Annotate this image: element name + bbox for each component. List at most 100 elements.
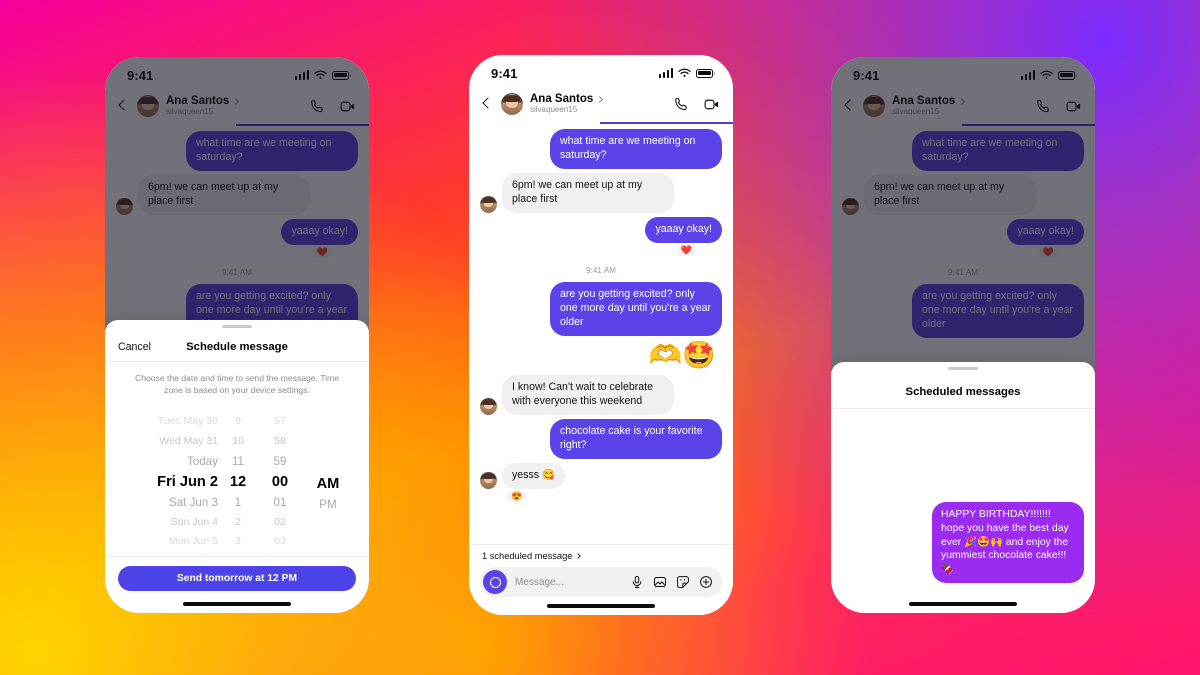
minute-option[interactable]: 03	[274, 532, 286, 552]
message-bubble[interactable]: 6pm! we can meet up at my place first	[502, 172, 674, 213]
hour-option[interactable]: 11	[232, 452, 244, 472]
plus-circle-icon[interactable]	[699, 575, 713, 589]
message-row: are you getting excited? only one more d…	[480, 281, 722, 336]
hour-option[interactable]: 2	[235, 513, 241, 533]
minute-option[interactable]: 01	[274, 493, 287, 513]
reaction-row: ❤️	[116, 246, 358, 258]
minute-option[interactable]: 57	[274, 412, 286, 432]
phone-call-icon[interactable]	[1035, 98, 1052, 115]
message-bubble[interactable]: what time are we meeting on saturday?	[550, 129, 722, 169]
chat-header: Ana Santos silvaqueen15	[105, 87, 369, 126]
date-option[interactable]: Tues May 30	[158, 412, 218, 432]
date-option[interactable]: Wed May 31	[159, 432, 218, 452]
battery-full-icon	[1058, 70, 1078, 80]
header-underline	[962, 124, 1095, 126]
phone-call-icon[interactable]	[309, 98, 326, 115]
contact-identity[interactable]: Ana Santos silvaqueen15	[892, 95, 1028, 116]
contact-identity[interactable]: Ana Santos silvaqueen15	[166, 95, 302, 116]
send-scheduled-button[interactable]: Send tomorrow at 12 PM	[118, 566, 356, 591]
phone-call-icon[interactable]	[673, 96, 690, 113]
video-camera-icon[interactable]	[703, 96, 720, 113]
status-bar: 9:41	[469, 55, 733, 85]
photo-gallery-icon[interactable]	[653, 575, 667, 589]
message-timestamp: 9:41 AM	[947, 267, 979, 277]
minute-option-selected[interactable]: 00	[272, 471, 288, 493]
date-option[interactable]: Today	[187, 452, 218, 472]
contact-avatar[interactable]	[137, 95, 159, 117]
message-bubble[interactable]: yaaay okay!	[1007, 218, 1084, 245]
hour-option[interactable]: 10	[232, 432, 244, 452]
date-option[interactable]: Mon Jun 5	[169, 532, 218, 552]
sticker-icon[interactable]	[676, 575, 690, 589]
minute-option[interactable]: 58	[274, 432, 286, 452]
message-row: 6pm! we can meet up at my place first	[480, 172, 722, 213]
date-option[interactable]: Sat Jun 3	[169, 493, 218, 513]
minute-option[interactable]: 02	[274, 513, 286, 533]
chevron-right-icon	[958, 97, 966, 105]
meridiem-option[interactable]: PM	[319, 495, 336, 515]
message-bubble[interactable]: chocolate cake is your favorite right?	[550, 418, 722, 459]
minute-wheel[interactable]: 57 58 59 00 01 02 03	[258, 412, 302, 552]
message-bubble[interactable]: 6pm! we can meet up at my place first	[138, 174, 310, 215]
contact-identity[interactable]: Ana Santos silvaqueen15	[530, 93, 666, 114]
camera-circle-icon[interactable]	[483, 570, 507, 594]
message-row: yaaay okay!	[116, 218, 358, 245]
message-row: what time are we meeting on saturday?	[480, 129, 722, 169]
sheet-grabber[interactable]	[831, 362, 1095, 375]
sheet-description: Choose the date and time to send the mes…	[135, 373, 339, 396]
hour-option[interactable]: 9	[235, 412, 241, 432]
microphone-icon[interactable]	[630, 575, 644, 589]
message-bubble[interactable]: what time are we meeting on saturday?	[186, 131, 358, 171]
home-indicator	[469, 597, 733, 615]
scheduled-messages-sheet: Scheduled messages Tomorrow at 12 AM HAP…	[831, 362, 1095, 613]
minute-option[interactable]: 59	[274, 452, 287, 472]
message-reaction[interactable]: ❤️	[1038, 246, 1058, 258]
message-bubble[interactable]: are you getting excited? only one more d…	[912, 283, 1084, 338]
status-icons	[294, 70, 352, 81]
date-option[interactable]: Sun Jun 4	[171, 513, 218, 533]
reaction-row: ❤️	[480, 244, 722, 256]
contact-avatar[interactable]	[863, 95, 885, 117]
contact-avatar[interactable]	[501, 93, 523, 115]
message-input[interactable]: Message...	[515, 577, 622, 588]
datetime-picker[interactable]: Tues May 30 Wed May 31 Today Fri Jun 2 S…	[105, 396, 369, 556]
cellular-bars-icon	[294, 70, 309, 80]
message-composer: Message...	[469, 565, 733, 597]
scheduled-messages-link[interactable]: 1 scheduled message	[469, 544, 733, 565]
cancel-button[interactable]: Cancel	[118, 341, 151, 353]
phone-mockup-conversation: 9:41 Ana Santos silvaqueen15 what time a…	[469, 55, 733, 615]
contact-name-row: Ana Santos	[530, 93, 666, 105]
chevron-left-icon[interactable]	[842, 99, 856, 113]
message-bubble[interactable]: I know! Can't wait to celebrate with eve…	[502, 374, 674, 415]
meridiem-wheel[interactable]: AM PM	[302, 412, 348, 552]
video-camera-icon[interactable]	[1065, 98, 1082, 115]
message-reaction[interactable]: ❤️	[312, 246, 332, 258]
message-row: yesss 😋	[480, 462, 722, 489]
hour-option[interactable]: 1	[235, 493, 241, 513]
message-reaction[interactable]: ❤️	[676, 244, 696, 256]
sheet-grabber[interactable]	[105, 320, 369, 333]
message-bubble[interactable]: what time are we meeting on saturday?	[912, 131, 1084, 171]
emoji-message[interactable]: 🫶🤩	[480, 340, 722, 371]
message-bubble[interactable]: are you getting excited? only one more d…	[550, 281, 722, 336]
chevron-left-icon[interactable]	[480, 97, 494, 111]
message-bubble[interactable]: yesss 😋	[502, 462, 566, 489]
message-bubble[interactable]: yaaay okay!	[645, 216, 722, 243]
message-reaction[interactable]: 😍	[507, 490, 527, 502]
hour-option-selected[interactable]: 12	[230, 471, 246, 493]
hour-option[interactable]: 3	[235, 532, 241, 552]
hour-wheel[interactable]: 9 10 11 12 1 2 3	[218, 412, 258, 552]
message-row: chocolate cake is your favorite right?	[480, 418, 722, 459]
chat-header: Ana Santos silvaqueen15	[831, 87, 1095, 126]
message-row: yaaay okay!	[480, 216, 722, 243]
meridiem-option-selected[interactable]: AM	[317, 473, 340, 495]
date-option-selected[interactable]: Fri Jun 2	[157, 471, 218, 493]
message-bubble[interactable]: yaaay okay!	[281, 218, 358, 245]
message-bubble[interactable]: 6pm! we can meet up at my place first	[864, 174, 1036, 215]
chevron-left-icon[interactable]	[116, 99, 130, 113]
chevron-right-icon	[575, 553, 582, 559]
date-wheel[interactable]: Tues May 30 Wed May 31 Today Fri Jun 2 S…	[126, 412, 218, 552]
video-camera-icon[interactable]	[339, 98, 356, 115]
scheduled-message-bubble[interactable]: HAPPY BIRTHDAY!!!!!!! hope you have the …	[932, 501, 1084, 583]
message-row: 6pm! we can meet up at my place first	[842, 174, 1084, 215]
